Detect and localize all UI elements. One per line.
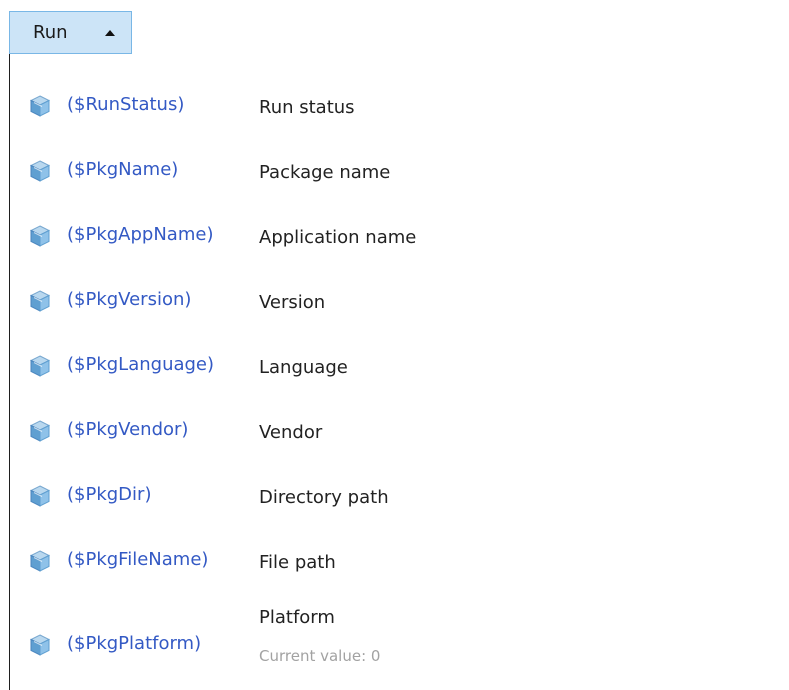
cube-icon [29,634,51,656]
variable-description: Version [259,292,326,313]
run-variable-dropdown: Run ($RunStatus) Run status ($PkgName) P… [0,0,789,690]
variable-item-pkgvendor[interactable]: ($PkgVendor) Vendor [10,408,770,458]
variable-current-value: Current value: 0 [259,647,381,665]
variable-token: ($PkgVersion) [67,289,192,310]
variable-description: Application name [259,227,417,248]
run-menu-label: Run [33,22,68,43]
cube-icon [29,485,51,507]
variable-description: Run status [259,97,355,118]
variable-item-pkglanguage[interactable]: ($PkgLanguage) Language [10,343,770,393]
variable-token: ($PkgPlatform) [67,633,202,654]
variable-token: ($PkgFileName) [67,549,209,570]
caret-up-icon [105,30,115,36]
variable-item-pkgplatform[interactable]: ($PkgPlatform) Platform Current value: 0 [10,607,770,671]
variable-item-pkgdir[interactable]: ($PkgDir) Directory path [10,473,770,523]
run-menu-button[interactable]: Run [9,11,132,54]
variable-description: Platform [259,607,335,628]
variable-token: ($PkgName) [67,159,179,180]
variable-item-pkgname[interactable]: ($PkgName) Package name [10,148,770,198]
variable-token: ($PkgAppName) [67,224,214,245]
cube-icon [29,225,51,247]
variable-item-pkgappname[interactable]: ($PkgAppName) Application name [10,213,770,263]
variable-description: File path [259,552,336,573]
variable-token: ($PkgLanguage) [67,354,215,375]
cube-icon [29,95,51,117]
variables-dropdown-panel: ($RunStatus) Run status ($PkgName) Packa… [9,54,789,690]
cube-icon [29,160,51,182]
variable-item-runstatus[interactable]: ($RunStatus) Run status [10,83,770,133]
cube-icon [29,420,51,442]
variable-token: ($PkgVendor) [67,419,189,440]
variable-token: ($RunStatus) [67,94,185,115]
variable-description: Language [259,357,348,378]
variable-item-pkgfilename[interactable]: ($PkgFileName) File path [10,538,770,588]
variable-description: Package name [259,162,391,183]
cube-icon [29,355,51,377]
variable-item-pkgversion[interactable]: ($PkgVersion) Version [10,278,770,328]
variable-description: Vendor [259,422,323,443]
cube-icon [29,290,51,312]
variable-token: ($PkgDir) [67,484,152,505]
cube-icon [29,550,51,572]
variable-description: Directory path [259,487,389,508]
